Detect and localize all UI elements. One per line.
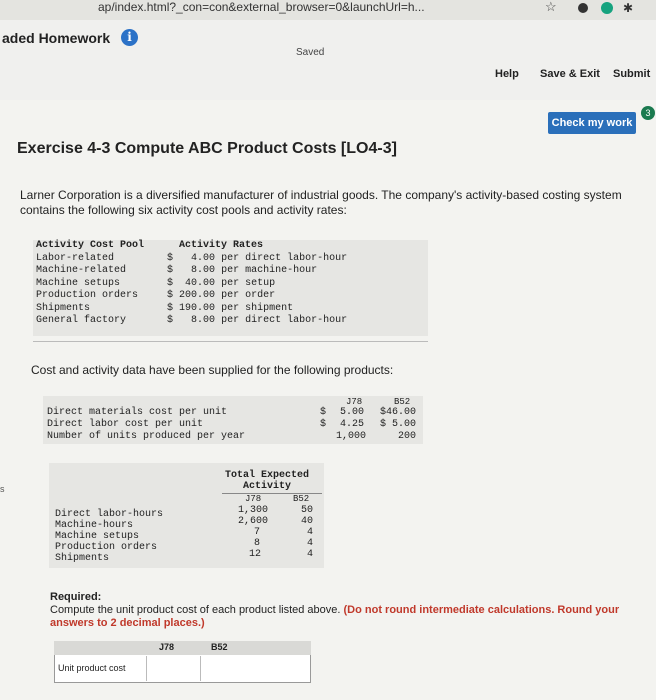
row-label: Direct labor-hours [55, 509, 164, 520]
col-b52: B52 [293, 494, 310, 504]
col-b52: B52 [394, 397, 411, 407]
extension-icon[interactable] [578, 3, 588, 13]
row-label: Machine-hours [55, 520, 134, 531]
header-cost-pool: Activity Cost Pool [36, 240, 145, 251]
answer-table-header [54, 641, 311, 655]
currency-sign: $ [320, 407, 327, 418]
pool-name: Machine-related [36, 265, 127, 276]
submit-button[interactable]: Submit [613, 68, 650, 80]
currency-sign: $ [167, 315, 174, 326]
exercise-intro: Larner Corporation is a diversified manu… [20, 188, 622, 217]
help-button[interactable]: Help [495, 68, 519, 80]
currency-sign: $ [167, 265, 174, 276]
extension-green-icon[interactable] [601, 2, 613, 14]
row-label: Production orders [55, 542, 158, 553]
j78-value: 2,600 [238, 516, 269, 527]
required-text: Compute the unit product cost of each pr… [50, 604, 341, 616]
j78-value: 7 [254, 527, 261, 538]
row-label: Number of units produced per year [47, 431, 246, 442]
j78-value: 1,000 [336, 431, 367, 442]
pool-name: Labor-related [36, 252, 115, 264]
answer-col-b52: B52 [211, 642, 228, 652]
j78-value: 4.25 [340, 419, 365, 430]
table-row: Production orders $ 200.00 per order [33, 290, 350, 303]
rate-unit: per setup [221, 277, 276, 289]
b52-value: 40 [301, 516, 314, 527]
rate-value: 8.00 [191, 265, 216, 276]
currency-sign: $ [167, 277, 174, 289]
rate-value: 4.00 [191, 252, 216, 264]
b52-value: $46.00 [380, 407, 417, 418]
exercise-title: Exercise 4-3 Compute ABC Product Costs [… [17, 140, 397, 157]
rate-value: 40.00 [185, 277, 216, 289]
answer-col-j78: J78 [159, 642, 175, 652]
b52-value: 200 [398, 431, 417, 442]
row-label: Direct materials cost per unit [47, 407, 228, 418]
bookmark-star-icon[interactable]: ☆ [545, 0, 557, 15]
unit-product-cost-label: Unit product cost [58, 663, 126, 673]
pool-name: Production orders [36, 290, 139, 301]
currency-sign: $ [320, 419, 327, 430]
required-label: Required: [50, 591, 102, 603]
currency-sign: $ [167, 290, 174, 301]
attempts-badge: 3 [641, 106, 655, 120]
b52-value: 50 [301, 505, 314, 516]
b52-value: 4 [307, 549, 314, 560]
row-label: Shipments [55, 553, 110, 564]
j78-value: 1,300 [238, 505, 269, 516]
rate-value: 200.00 [179, 290, 216, 301]
pool-name: Shipments [36, 302, 91, 314]
rate-unit: per machine-hour [221, 265, 318, 276]
edge-text: s [0, 484, 5, 494]
b52-value: 4 [307, 527, 314, 538]
j78-value: 8 [254, 538, 261, 549]
divider [33, 341, 428, 342]
j78-value: 5.00 [340, 407, 365, 418]
b52-value: 4 [307, 538, 314, 549]
currency-sign: $ [167, 252, 174, 264]
extensions-puzzle-icon[interactable]: ✱ [623, 1, 633, 15]
col-j78: J78 [346, 397, 363, 407]
j78-value: 12 [249, 549, 262, 560]
b52-unit-cost-input[interactable] [200, 656, 259, 681]
header-activity-rates: Activity Rates [179, 240, 264, 251]
rate-value: 190.00 [179, 302, 216, 314]
j78-unit-cost-input[interactable] [146, 656, 197, 681]
pool-name: Machine setups [36, 277, 121, 289]
currency-sign: $ [167, 302, 174, 314]
col-j78: J78 [245, 494, 262, 504]
rate-unit: per shipment [221, 302, 294, 314]
rate-unit: per direct labor-hour [221, 252, 348, 264]
rate-value: 8.00 [191, 315, 216, 326]
required-section: Required: Compute the unit product cost … [50, 591, 656, 630]
table-row: Machine-related $ 8.00 per machine-hour [33, 265, 350, 278]
info-icon[interactable]: i [121, 29, 138, 46]
activity-title-1: Total Expected [225, 470, 310, 481]
save-exit-button[interactable]: Save & Exit [540, 68, 600, 80]
row-label: Machine setups [55, 531, 140, 542]
activity-rates-table: Activity Cost Pool Activity Rates Labor-… [33, 240, 350, 328]
activity-title-2: Activity [243, 481, 292, 492]
check-my-work-button[interactable]: Check my work [548, 112, 636, 134]
pool-name: General factory [36, 315, 127, 326]
saved-status: Saved [296, 47, 325, 58]
url-text[interactable]: ap/index.html?_con=con&external_browser=… [98, 0, 425, 14]
browser-bar: ap/index.html?_con=con&external_browser=… [0, 0, 656, 20]
table-row: Machine setups $ 40.00 per setup [33, 278, 350, 291]
table-row: General factory $ 8.00 per direct labor-… [33, 315, 350, 328]
rate-unit: per direct labor-hour [221, 315, 348, 326]
b52-value: $ 5.00 [380, 419, 417, 430]
brand-title: aded Homework [2, 30, 111, 46]
table-row: Shipments $ 190.00 per shipment [33, 303, 350, 316]
table-row: Labor-related $ 4.00 per direct labor-ho… [33, 253, 350, 266]
rate-unit: per order [221, 290, 276, 301]
row-label: Direct labor cost per unit [47, 419, 204, 430]
cost-intro: Cost and activity data have been supplie… [31, 363, 394, 377]
